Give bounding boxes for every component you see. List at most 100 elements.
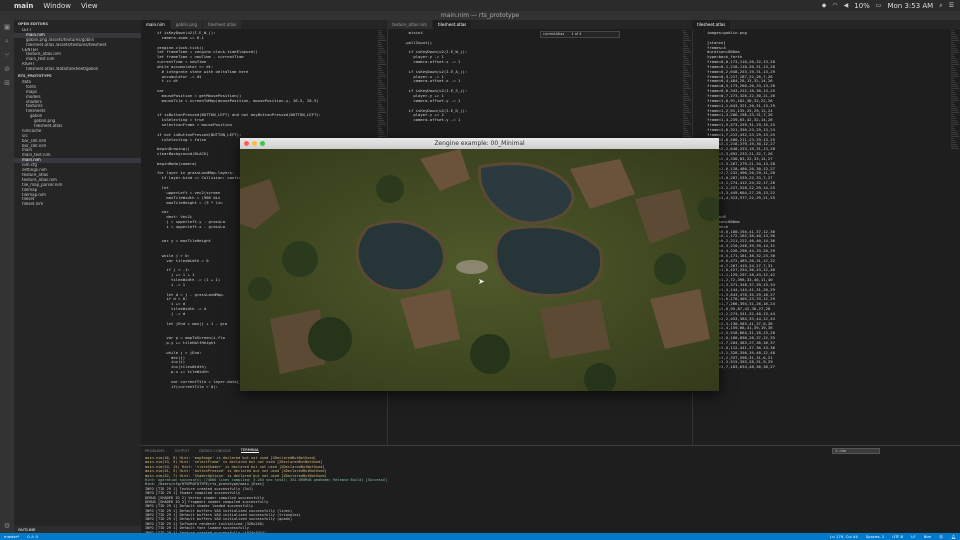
game-window-title-bar[interactable]: Zengine example: 00_Minimal bbox=[240, 138, 719, 149]
spotlight-search-icon[interactable]: ⌕ bbox=[939, 2, 942, 10]
tab-goblin-png[interactable]: goblin.png bbox=[170, 20, 203, 29]
git-branch[interactable]: master* bbox=[4, 534, 19, 539]
minimap-line bbox=[378, 102, 381, 103]
problems-count[interactable]: 0 ⚠ 0 bbox=[27, 534, 38, 539]
source-control-icon[interactable]: ⑂ bbox=[0, 48, 14, 62]
tab-output[interactable]: OUTPUT bbox=[175, 449, 190, 453]
minimap-line bbox=[683, 72, 689, 73]
wifi-icon[interactable]: ◠ bbox=[832, 2, 837, 9]
encoding[interactable]: UTF-8 bbox=[892, 534, 903, 539]
indentation[interactable]: Spaces: 2 bbox=[866, 534, 884, 539]
editor3-minimap[interactable] bbox=[950, 29, 960, 445]
open-editors-header[interactable]: OPEN EDITORS bbox=[14, 20, 141, 28]
file-tree-item[interactable]: tileset.nim bbox=[14, 202, 141, 207]
minimap-line bbox=[683, 106, 688, 107]
search-icon[interactable]: ⌕ bbox=[0, 34, 14, 48]
minimap-line bbox=[951, 38, 958, 39]
minimap-line bbox=[683, 46, 688, 47]
explorer-icon[interactable]: ▣ bbox=[0, 20, 14, 34]
minimap-line bbox=[683, 92, 687, 93]
minimap-line bbox=[378, 76, 386, 77]
minimap-line bbox=[951, 120, 957, 121]
minimap-line bbox=[951, 50, 958, 51]
close-window-icon[interactable] bbox=[244, 141, 249, 146]
tab-tilesheet-atlas-2[interactable]: tilesheet.atlas bbox=[432, 20, 473, 29]
tab-main-nim[interactable]: main.nim bbox=[141, 20, 171, 29]
minimap-line bbox=[951, 100, 959, 101]
minimap-line bbox=[378, 54, 381, 55]
minimap-line bbox=[951, 32, 955, 33]
find-widget[interactable]: currentAtlas 1 of 4 bbox=[540, 31, 620, 38]
minimap-line bbox=[683, 128, 687, 129]
menu-view[interactable]: View bbox=[81, 2, 98, 10]
minimap-line bbox=[951, 46, 956, 47]
minimap-line bbox=[683, 134, 690, 135]
minimap-line bbox=[378, 78, 381, 79]
minimap-line bbox=[683, 52, 691, 53]
game-window[interactable]: Zengine example: 00_Minimal ➤ bbox=[240, 138, 719, 391]
minimap-line bbox=[683, 42, 686, 43]
minimap-line bbox=[378, 56, 382, 57]
volume-icon[interactable]: ◀ bbox=[844, 2, 849, 9]
minimap-line bbox=[378, 70, 383, 71]
editor3-code[interactable]: images=goblin.png [stance] frames=4 duratio… bbox=[692, 29, 950, 445]
minimap-line bbox=[951, 90, 954, 91]
minimap-line bbox=[683, 44, 687, 45]
minimap-line bbox=[378, 30, 381, 31]
battery-icon[interactable]: ▭ bbox=[876, 2, 882, 9]
minimap-line bbox=[378, 104, 382, 105]
tab-terminal[interactable]: TERMINAL bbox=[240, 448, 260, 453]
notification-center-icon[interactable]: ☰ bbox=[949, 2, 954, 9]
minimap-line bbox=[951, 138, 954, 139]
project-header[interactable]: RTS_PROTOTYPE bbox=[14, 72, 141, 80]
menu-clock[interactable]: Mon 3:53 AM bbox=[887, 2, 933, 10]
tab-texture-atlas-nim[interactable]: texture_atlas.nim bbox=[387, 20, 433, 29]
minimap-line bbox=[378, 114, 381, 115]
minimap-line bbox=[378, 122, 385, 123]
feedback-icon[interactable]: ☺ bbox=[939, 534, 943, 539]
dropbox-icon[interactable]: ◆ bbox=[822, 2, 827, 9]
minimap-line bbox=[378, 80, 382, 81]
debug-icon[interactable]: ⊘ bbox=[0, 62, 14, 76]
minimize-window-icon[interactable] bbox=[252, 141, 257, 146]
extensions-icon[interactable]: ⊞ bbox=[0, 76, 14, 90]
menu-window[interactable]: Window bbox=[43, 2, 71, 10]
notifications-bell-icon[interactable]: 🔔︎ bbox=[951, 534, 956, 539]
tab-tilesheet-atlas-3[interactable]: tilesheet.atlas bbox=[692, 20, 732, 29]
explorer-sidebar: OPEN EDITORS LEFT main.nim goblin.png /as… bbox=[14, 20, 141, 533]
terminal-output[interactable]: main.nim(46, 8) Hint: 'mapImage' is decl… bbox=[145, 456, 956, 533]
minimap-line bbox=[951, 102, 954, 103]
language-mode[interactable]: Nim bbox=[924, 534, 932, 539]
settings-gear-icon[interactable]: ⚙ bbox=[0, 519, 14, 533]
minimap-line bbox=[951, 56, 955, 57]
window-title: main.nim — rts_prototype bbox=[440, 12, 520, 19]
cursor-position[interactable]: Ln 179, Col 44 bbox=[830, 534, 857, 539]
tab-problems[interactable]: PROBLEMS bbox=[145, 449, 165, 453]
minimap-line bbox=[683, 90, 686, 91]
menu-app[interactable]: main bbox=[14, 2, 33, 10]
minimap-line bbox=[951, 140, 955, 141]
minimap-line bbox=[951, 110, 958, 111]
terminal-selector[interactable]: 1: nim bbox=[832, 448, 880, 454]
minimap-line bbox=[683, 66, 686, 67]
window-title-bar: main.nim — rts_prototype bbox=[0, 11, 960, 20]
minimap-line bbox=[951, 132, 957, 133]
minimap-line bbox=[951, 60, 957, 61]
minimap-line bbox=[951, 116, 955, 117]
minimap-line bbox=[683, 68, 687, 69]
minimap-line bbox=[378, 44, 382, 45]
tab-tilesheet-atlas[interactable]: tilesheet.atlas bbox=[202, 20, 243, 29]
line-ending[interactable]: LF bbox=[911, 534, 915, 539]
minimap-line bbox=[683, 114, 686, 115]
minimap-line bbox=[683, 60, 689, 61]
game-canvas[interactable]: ➤ bbox=[240, 149, 719, 391]
minimap-line bbox=[378, 72, 384, 73]
mouse-cursor-icon: ➤ bbox=[478, 277, 485, 286]
tab-debug-console[interactable]: DEBUG CONSOLE bbox=[199, 449, 230, 453]
status-area: ◆ ◠ ◀ 10% ▭ Mon 3:53 AM ⌕ ☰ bbox=[822, 2, 954, 10]
minimap-line bbox=[378, 106, 383, 107]
outline-header[interactable]: OUTLINE bbox=[14, 526, 141, 533]
minimap-line bbox=[683, 40, 691, 41]
zoom-window-icon[interactable] bbox=[260, 141, 265, 146]
find-input[interactable]: currentAtlas bbox=[543, 32, 564, 36]
